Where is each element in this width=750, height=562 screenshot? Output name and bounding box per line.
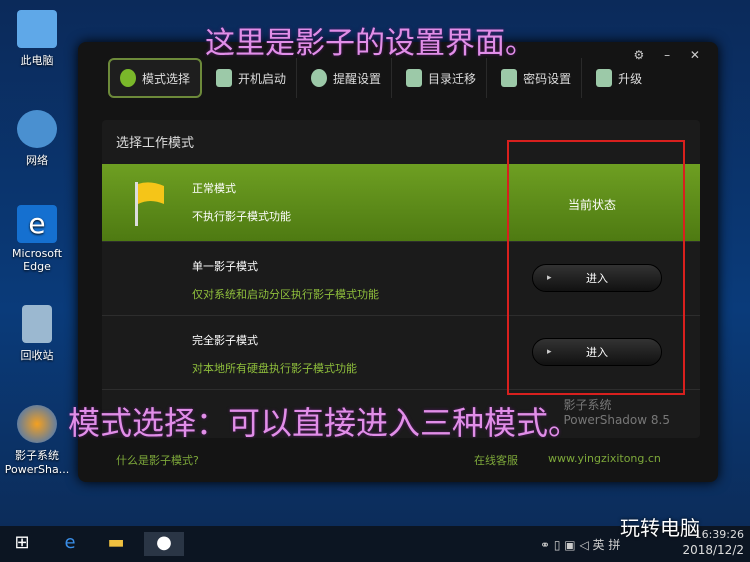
tab-bar: 模式选择 开机启动 提醒设置 目录迁移 密码设置 升级: [108, 58, 652, 98]
tab-directory-migrate[interactable]: 目录迁移: [396, 58, 488, 98]
network-icon: [17, 110, 57, 148]
lock-icon: [501, 69, 518, 87]
file-explorer-icon[interactable]: ▬: [104, 532, 128, 556]
desktop-icon-powershadow[interactable]: 影子系统 PowerSha...: [4, 405, 70, 476]
recycle-bin-icon: [22, 305, 52, 343]
annotation-top: 这里是影子的设置界面。: [205, 26, 535, 61]
watermark: 玩转电脑: [620, 516, 700, 540]
help-link[interactable]: 什么是影子模式?: [116, 452, 199, 468]
flag-icon: [135, 182, 164, 226]
tab-upgrade[interactable]: 升级: [586, 58, 652, 98]
desktop-icon-edge[interactable]: e Microsoft Edge: [4, 205, 70, 273]
desktop-icon-recycle-bin[interactable]: 回收站: [4, 305, 70, 363]
gear-icon: [120, 69, 136, 87]
tab-password[interactable]: 密码设置: [491, 58, 583, 98]
tab-mode-select[interactable]: 模式选择: [108, 58, 203, 98]
support-link[interactable]: 在线客服: [474, 452, 518, 468]
powershadow-taskbar-icon[interactable]: ●: [144, 532, 184, 556]
computer-icon: [17, 10, 57, 48]
highlight-box: [507, 140, 685, 395]
edge-taskbar-icon[interactable]: e: [58, 532, 82, 556]
website-link[interactable]: www.yingzixitong.cn: [548, 452, 661, 465]
powershadow-icon: [17, 405, 57, 443]
tab-startup[interactable]: 开机启动: [206, 58, 298, 98]
start-icon[interactable]: ⊞: [10, 532, 34, 556]
upgrade-icon: [596, 69, 613, 87]
annotation-middle: 模式选择：可以直接进入三种模式。: [68, 404, 581, 442]
monitor-icon: [216, 69, 233, 87]
desktop-icon-this-pc[interactable]: 此电脑: [4, 10, 70, 68]
lightbulb-icon: [311, 69, 328, 87]
desktop-icon-network[interactable]: 网络: [4, 110, 70, 168]
folder-icon: [406, 69, 423, 87]
edge-icon: e: [17, 205, 57, 243]
tab-reminder[interactable]: 提醒设置: [301, 58, 393, 98]
panel-title: 选择工作模式: [116, 136, 195, 151]
tray-icons[interactable]: ⚭ ▯ ▣ ◁ 英 拼: [540, 536, 620, 553]
